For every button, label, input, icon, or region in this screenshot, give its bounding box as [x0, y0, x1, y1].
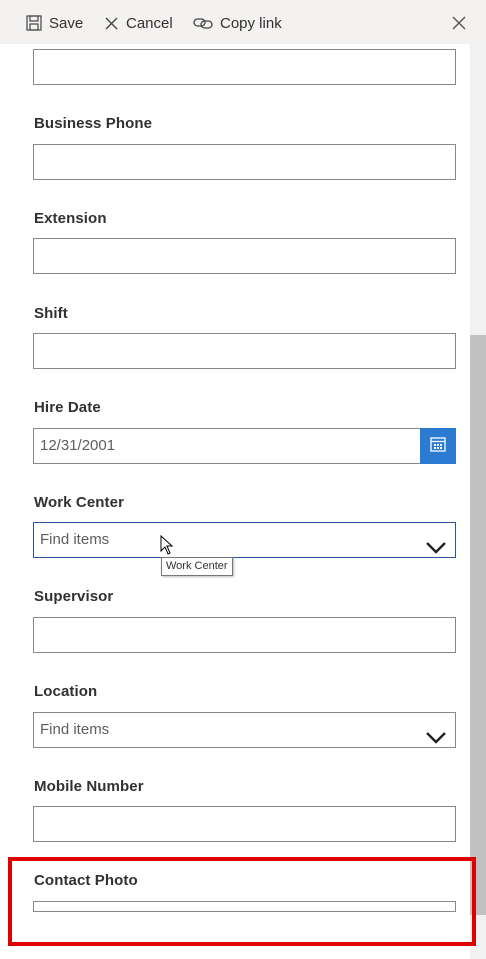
- chevron-down-icon[interactable]: [425, 534, 447, 568]
- close-icon[interactable]: [450, 14, 468, 32]
- copy-link-label: Copy link: [220, 14, 282, 32]
- save-button[interactable]: Save: [26, 10, 83, 36]
- business-phone-input[interactable]: [33, 144, 456, 180]
- link-icon: [193, 16, 213, 30]
- command-bar: Save Cancel Copy link: [0, 0, 486, 44]
- chevron-down-icon[interactable]: [425, 724, 447, 758]
- work-center-label: Work Center: [34, 494, 125, 511]
- work-center-picker[interactable]: Find items: [33, 522, 456, 558]
- shift-label: Shift: [34, 305, 68, 322]
- work-center-placeholder: Find items: [40, 531, 110, 548]
- location-placeholder: Find items: [40, 721, 110, 738]
- previous-field-input[interactable]: [33, 49, 456, 85]
- cancel-icon: [104, 16, 119, 31]
- contact-photo-label: Contact Photo: [34, 872, 138, 889]
- mobile-number-input[interactable]: [33, 806, 456, 842]
- date-picker-button[interactable]: [420, 428, 456, 464]
- scrollbar-thumb[interactable]: [470, 335, 486, 915]
- hire-date-label: Hire Date: [34, 399, 101, 416]
- business-phone-label: Business Phone: [34, 115, 153, 132]
- location-picker[interactable]: Find items: [33, 712, 456, 748]
- save-label: Save: [49, 14, 84, 32]
- location-label: Location: [34, 683, 98, 700]
- contact-photo-field[interactable]: [33, 901, 456, 912]
- cancel-label: Cancel: [126, 14, 173, 32]
- copy-link-button[interactable]: Copy link: [193, 10, 282, 36]
- supervisor-label: Supervisor: [34, 588, 114, 605]
- shift-input[interactable]: [33, 333, 456, 369]
- hire-date-input[interactable]: 12/31/2001: [33, 428, 421, 464]
- save-icon: [26, 15, 42, 31]
- cancel-button[interactable]: Cancel: [104, 10, 173, 36]
- supervisor-input[interactable]: [33, 617, 456, 653]
- mobile-number-label: Mobile Number: [34, 778, 144, 795]
- calendar-icon: [429, 435, 447, 458]
- mouse-cursor-icon: [160, 534, 174, 560]
- extension-input[interactable]: [33, 238, 456, 274]
- extension-label: Extension: [34, 210, 107, 227]
